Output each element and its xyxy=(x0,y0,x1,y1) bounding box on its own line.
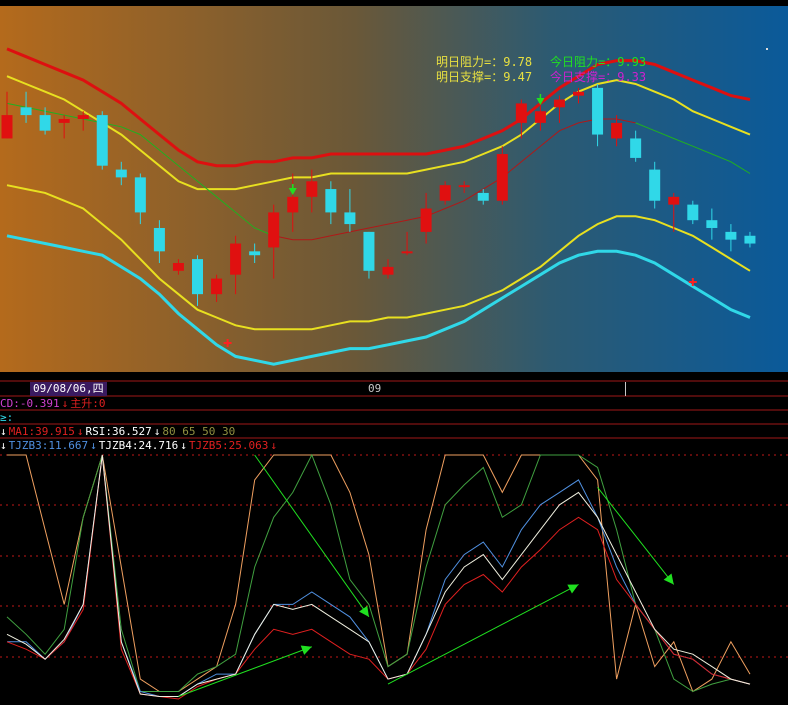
candle-body xyxy=(496,154,508,201)
tjzb4-label: TJZB4:24.716 xyxy=(98,439,179,452)
month-tick-label: 09 xyxy=(368,382,382,395)
candle-body xyxy=(592,87,604,135)
indicator-series-line xyxy=(7,454,751,693)
indicator-lines xyxy=(6,453,751,700)
candle-body xyxy=(687,204,699,221)
candle-body xyxy=(668,196,680,205)
candle-body xyxy=(725,231,737,240)
main-rise-label: 主升:0 xyxy=(70,397,106,410)
indicator-series-line xyxy=(6,454,751,700)
candle-body xyxy=(630,138,642,158)
rsi-row: ↓ MA1:39.915 ↓ RSI:36.527 ↓ 80 65 50 30 xyxy=(0,425,788,439)
macd-row: CD:-0.391 ↓ 主升:0 xyxy=(0,397,788,411)
tomorrow-support-label: 明日支撑=：9.47 xyxy=(436,69,532,84)
down-arrow-icon: ↓ xyxy=(0,439,7,452)
candle-body xyxy=(611,122,623,139)
candle-body xyxy=(58,118,70,123)
down-arrow-icon: ↓ xyxy=(76,425,84,438)
candle-body xyxy=(153,227,165,252)
trend-arrow-head-icon xyxy=(359,605,369,617)
down-arrow-icon: ↓ xyxy=(90,439,97,452)
down-arrow-icon: ↓ xyxy=(270,439,277,452)
date-row: 09/08/06,四 09 xyxy=(0,382,788,396)
chart-canvas: 明日阻力=：9.78 今日阻力=：9.93 明日支撑=：9.47 今日支撑=：9… xyxy=(0,6,788,700)
rsi-label: RSI:36.527 xyxy=(85,425,152,438)
trend-arrow-line xyxy=(597,487,675,585)
candle-body xyxy=(420,208,432,232)
indicator-series-line xyxy=(6,454,751,697)
trend-arrow-line xyxy=(387,584,579,685)
candle-body xyxy=(192,259,203,295)
candle-body xyxy=(706,220,718,228)
today-support-label: 今日支撑=：9.33 xyxy=(550,69,646,84)
ma1-label: MA1:39.915 xyxy=(8,425,75,438)
candle-body xyxy=(249,251,261,256)
candle-body xyxy=(96,115,108,166)
candle-body xyxy=(172,263,184,271)
indicator-grid xyxy=(0,454,788,658)
candle-body xyxy=(649,169,661,201)
candle-body xyxy=(268,212,280,248)
candle-body xyxy=(477,192,489,201)
tomorrow-resistance-label: 明日阻力=：9.78 xyxy=(436,55,532,69)
candle-body xyxy=(39,115,51,131)
down-arrow-icon: ↓ xyxy=(61,397,69,410)
candle-body xyxy=(344,212,356,225)
third-row: ≥: xyxy=(0,411,788,425)
tjzb-row: ↓ TJZB3:11.667 ↓ TJZB4:24.716 ↓ TJZB5:25.063 ↓ xyxy=(0,439,788,453)
macd-label: CD:-0.391 xyxy=(0,397,60,410)
rsi-levels-label: 80 65 50 30 xyxy=(162,425,236,438)
trend-arrow-head-icon xyxy=(663,573,674,585)
down-arrow-icon: ↓ xyxy=(0,425,7,438)
third-row-label: ≥: xyxy=(0,411,14,424)
candle-body xyxy=(573,91,584,96)
candle-body xyxy=(382,266,394,275)
down-arrow-icon: ↓ xyxy=(180,439,187,452)
tjzb3-label: TJZB3:11.667 xyxy=(8,439,89,452)
tjzb5-label: TJZB5:25.063 xyxy=(188,439,269,452)
candle-body xyxy=(401,251,413,254)
candle-body xyxy=(439,185,451,201)
candle-body xyxy=(287,196,299,213)
candle-body xyxy=(134,177,146,213)
candle-body xyxy=(744,235,756,244)
candle-body xyxy=(230,243,242,275)
candle-body xyxy=(363,231,375,271)
divider-tick xyxy=(625,382,626,396)
candle-body xyxy=(553,99,565,108)
corner-dot xyxy=(766,48,768,50)
date-label: 09/08/06,四 xyxy=(30,382,107,396)
down-arrow-icon: ↓ xyxy=(153,425,161,438)
today-resistance-label: 今日阻力=：9.93 xyxy=(550,54,646,69)
candle-body xyxy=(115,169,127,178)
candle-body xyxy=(306,181,318,197)
candle-body xyxy=(20,107,32,116)
candle-body xyxy=(515,103,527,123)
candle-body xyxy=(77,115,89,119)
candle-body xyxy=(1,115,13,139)
candle-body xyxy=(534,111,546,123)
candle-body xyxy=(458,185,470,188)
candle-body xyxy=(325,189,337,213)
candle-body xyxy=(211,278,223,295)
indicator-series-line xyxy=(6,453,751,693)
